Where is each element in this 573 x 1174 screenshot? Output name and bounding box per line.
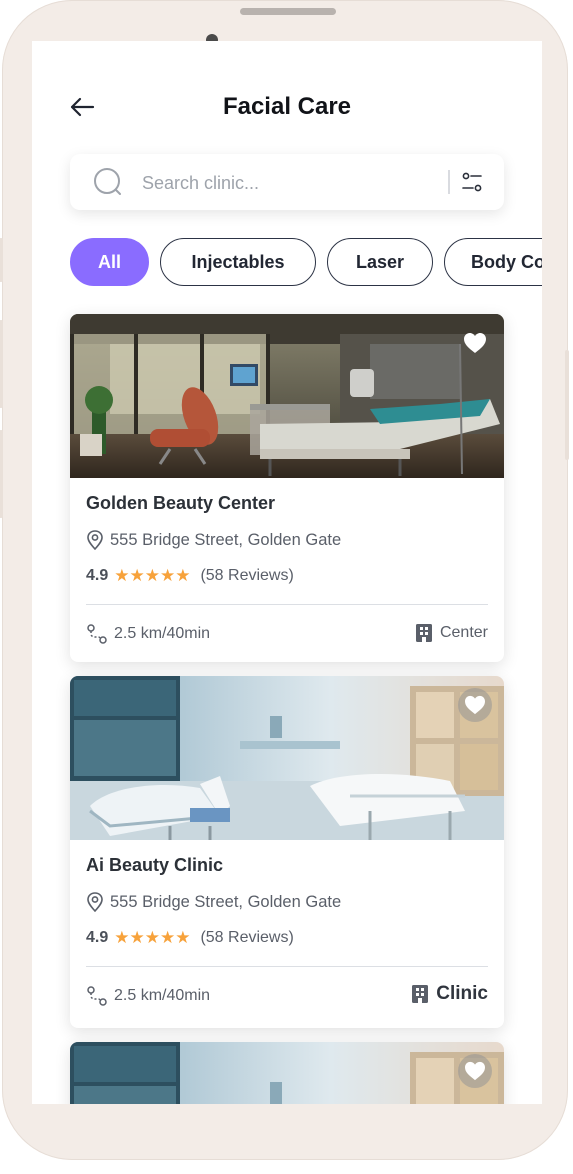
favorite-button[interactable] bbox=[458, 326, 492, 360]
card-divider bbox=[86, 604, 488, 605]
phone-side-button bbox=[0, 320, 3, 408]
clinic-name: Golden Beauty Center bbox=[86, 493, 276, 513]
clinic-rating: 4.9 ★★★★★ (58 Reviews) bbox=[86, 566, 294, 586]
review-count: (58 Reviews) bbox=[200, 567, 294, 584]
heart-icon bbox=[464, 333, 486, 353]
heart-icon bbox=[465, 1061, 485, 1081]
search-divider bbox=[448, 170, 450, 194]
clinic-type: Center bbox=[415, 623, 488, 643]
search-input[interactable] bbox=[140, 168, 444, 198]
phone-side-button bbox=[0, 238, 3, 282]
location-pin-icon bbox=[87, 530, 103, 550]
app-screen: Facial Care All Injectables Laser Body C… bbox=[32, 41, 542, 1104]
distance-text: 2.5 km/40min bbox=[114, 987, 211, 1004]
rating-stars: ★★★★★ bbox=[114, 566, 191, 585]
clinic-rating: 4.9 ★★★★★ (58 Reviews) bbox=[86, 928, 294, 948]
building-icon bbox=[412, 985, 429, 1003]
rating-stars: ★★★★★ bbox=[114, 928, 191, 947]
category-chip-all[interactable]: All bbox=[70, 238, 149, 286]
review-count: (58 Reviews) bbox=[200, 929, 294, 946]
phone-side-button bbox=[0, 430, 3, 518]
rating-value: 4.9 bbox=[86, 567, 109, 584]
favorite-button[interactable] bbox=[458, 1054, 492, 1088]
category-chip-injectables[interactable]: Injectables bbox=[160, 238, 316, 286]
search-bar bbox=[70, 154, 504, 210]
building-icon bbox=[415, 624, 432, 642]
distance-text: 2.5 km/40min bbox=[114, 625, 211, 642]
clinic-image bbox=[70, 1042, 504, 1104]
clinic-distance: 2.5 km/40min bbox=[86, 985, 210, 1007]
address-text: 555 Bridge Street, Golden Gate bbox=[110, 892, 342, 911]
clinic-address: 555 Bridge Street, Golden Gate bbox=[86, 892, 341, 912]
page-title: Facial Care bbox=[222, 93, 352, 120]
heart-icon bbox=[465, 695, 485, 715]
location-pin-icon bbox=[87, 892, 103, 912]
category-chip-label: Body Co bbox=[471, 251, 542, 272]
type-label: Clinic bbox=[436, 983, 488, 1004]
search-icon bbox=[94, 168, 121, 195]
clinic-image bbox=[70, 314, 504, 478]
category-chip-laser[interactable]: Laser bbox=[327, 238, 433, 286]
phone-speaker bbox=[240, 8, 336, 15]
category-chip-body-contouring[interactable]: Body Co bbox=[444, 238, 542, 286]
address-text: 555 Bridge Street, Golden Gate bbox=[110, 530, 342, 549]
filter-icon[interactable] bbox=[459, 169, 485, 195]
phone-frame: Facial Care All Injectables Laser Body C… bbox=[0, 0, 569, 1160]
rating-value: 4.9 bbox=[86, 929, 109, 946]
route-icon bbox=[87, 986, 107, 1006]
clinic-card[interactable]: Ai Beauty Clinic 555 Bridge Street, Gold… bbox=[70, 676, 504, 1028]
clinic-address: 555 Bridge Street, Golden Gate bbox=[86, 530, 341, 550]
clinic-card[interactable] bbox=[70, 1042, 504, 1104]
type-label: Center bbox=[439, 624, 488, 641]
clinic-card[interactable]: Golden Beauty Center 555 Bridge Street, … bbox=[70, 314, 504, 662]
card-divider bbox=[86, 966, 488, 967]
route-icon bbox=[87, 624, 107, 644]
clinic-type: Clinic bbox=[411, 983, 488, 1005]
clinic-distance: 2.5 km/40min bbox=[86, 623, 210, 645]
favorite-button[interactable] bbox=[458, 688, 492, 722]
clinic-image bbox=[70, 676, 504, 840]
clinic-name: Ai Beauty Clinic bbox=[86, 855, 224, 875]
phone-side-button bbox=[565, 350, 569, 460]
